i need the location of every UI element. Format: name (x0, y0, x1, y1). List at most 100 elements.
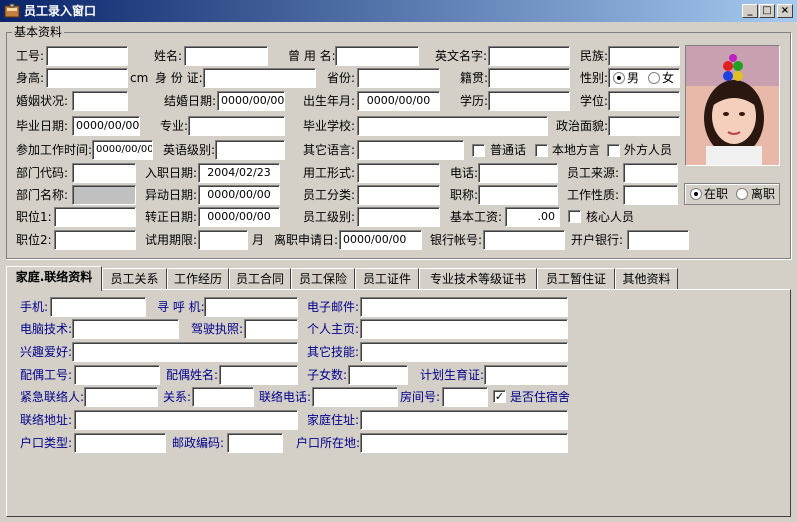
foreigner-checkbox[interactable] (607, 144, 620, 157)
tab-insurance[interactable]: 员工保险 (291, 268, 355, 290)
change-date-input[interactable]: 0000/00/00 (198, 185, 280, 205)
computer-input[interactable] (72, 319, 179, 339)
birth-cert-input[interactable] (484, 365, 568, 385)
wedding-date-label: 结婚日期: (164, 94, 217, 108)
marital-input[interactable] (72, 91, 128, 111)
education-input[interactable] (488, 91, 570, 111)
emp-level-input[interactable] (357, 207, 440, 227)
emp-source-input[interactable] (623, 163, 678, 183)
email-input[interactable] (360, 297, 568, 317)
ethnic-input[interactable] (608, 46, 680, 66)
other-lang-input[interactable] (357, 140, 464, 160)
height-input[interactable] (46, 68, 128, 88)
probation-input[interactable] (198, 230, 248, 250)
tab-certificates[interactable]: 专业技术等级证书 (419, 268, 537, 290)
name-label: 姓名: (154, 49, 183, 63)
height-label: 身高: (16, 71, 45, 85)
position1-input[interactable] (54, 207, 136, 227)
dept-name-input[interactable] (72, 185, 136, 205)
other-skill-input[interactable] (360, 342, 568, 362)
pager-input[interactable] (204, 297, 298, 317)
dialect-label: 本地方言 (552, 143, 601, 157)
relation-input[interactable] (192, 387, 254, 407)
dept-code-input[interactable] (72, 163, 136, 183)
emergency-input[interactable] (84, 387, 158, 407)
degree-input[interactable] (608, 91, 680, 111)
tab-contract[interactable]: 员工合同 (229, 268, 291, 290)
english-name-input[interactable] (488, 46, 570, 66)
postcode-input[interactable] (227, 433, 283, 453)
room-input[interactable] (442, 387, 488, 407)
grad-date-input[interactable]: 0000/00/00 (72, 116, 140, 136)
work-start-input[interactable]: 0000/00/00 (92, 140, 153, 160)
pager-label: 寻 呼 机: (157, 300, 205, 314)
birth-month-input[interactable]: 0000/00/00 (357, 91, 440, 111)
spouse-no-label: 配偶工号: (20, 368, 73, 382)
address-label: 联络地址: (20, 413, 73, 427)
tab-work-history[interactable]: 工作经历 (167, 268, 229, 290)
close-button[interactable]: × (777, 4, 793, 18)
bank-account-input[interactable] (483, 230, 565, 250)
children-input[interactable] (348, 365, 408, 385)
name-input[interactable] (184, 46, 268, 66)
address-input[interactable] (74, 410, 298, 430)
maximize-button[interactable]: □ (759, 4, 775, 18)
emp-no-input[interactable] (46, 46, 128, 66)
dialect-checkbox[interactable] (535, 144, 548, 157)
minimize-button[interactable]: _ (742, 4, 758, 18)
emp-category-input[interactable] (357, 185, 440, 205)
hukou-place-label: 户口所在地: (296, 436, 361, 450)
tab-residence-permit[interactable]: 员工暂住证 (537, 268, 615, 290)
emp-source-label: 员工来源: (567, 166, 620, 180)
political-input[interactable] (608, 116, 680, 136)
children-label: 子女数: (307, 368, 348, 382)
hukou-type-input[interactable] (74, 433, 166, 453)
mobile-input[interactable] (50, 297, 146, 317)
spouse-no-input[interactable] (74, 365, 160, 385)
bank-input[interactable] (627, 230, 689, 250)
marital-label: 婚姻状况: (16, 94, 69, 108)
position2-input[interactable] (54, 230, 136, 250)
tab-relations[interactable]: 员工关系 (102, 268, 167, 290)
birth-cert-label: 计划生育证: (420, 368, 485, 382)
mandarin-checkbox[interactable] (472, 144, 485, 157)
school-input[interactable] (357, 116, 548, 136)
native-place-input[interactable] (488, 68, 570, 88)
province-input[interactable] (357, 68, 440, 88)
resign-date-input[interactable]: 0000/00/00 (339, 230, 422, 250)
join-date-input[interactable]: 2004/02/23 (198, 163, 280, 183)
tab-documents[interactable]: 员工证件 (355, 268, 419, 290)
core-staff-checkbox[interactable] (568, 210, 581, 223)
employ-type-input[interactable] (357, 163, 440, 183)
status-active-radio[interactable] (690, 188, 702, 200)
work-nature-input[interactable] (623, 185, 678, 205)
major-input[interactable] (188, 116, 285, 136)
gender-female-radio[interactable] (648, 72, 660, 84)
phone-input[interactable] (478, 163, 558, 183)
gender-male-radio[interactable] (613, 72, 625, 84)
status-left-radio[interactable] (736, 188, 748, 200)
job-title-input[interactable] (478, 185, 558, 205)
base-salary-input[interactable]: .00 (505, 207, 560, 227)
contact-phone-input[interactable] (312, 387, 398, 407)
alias-input[interactable] (335, 46, 419, 66)
english-level-input[interactable] (215, 140, 285, 160)
homepage-input[interactable] (360, 319, 568, 339)
mobile-label: 手机: (20, 300, 49, 314)
work-start-label: 参加工作时间: (16, 143, 93, 157)
hobby-input[interactable] (72, 342, 298, 362)
regular-date-input[interactable]: 0000/00/00 (198, 207, 280, 227)
tab-other[interactable]: 其他资料 (615, 268, 678, 290)
emp-category-label: 员工分类: (303, 188, 356, 202)
dorm-checkbox[interactable]: ✓ (493, 390, 506, 403)
id-card-input[interactable] (203, 68, 316, 88)
hukou-place-input[interactable] (360, 433, 568, 453)
bank-label: 开户银行: (571, 233, 624, 247)
license-input[interactable] (244, 319, 298, 339)
wedding-date-input[interactable]: 0000/00/00 (217, 91, 285, 111)
spouse-name-input[interactable] (219, 365, 298, 385)
computer-label: 电脑技术: (20, 322, 73, 336)
home-address-input[interactable] (360, 410, 568, 430)
tab-family-contact[interactable]: 家庭.联络资料 (6, 266, 102, 291)
birth-month-label: 出生年月: (303, 94, 356, 108)
